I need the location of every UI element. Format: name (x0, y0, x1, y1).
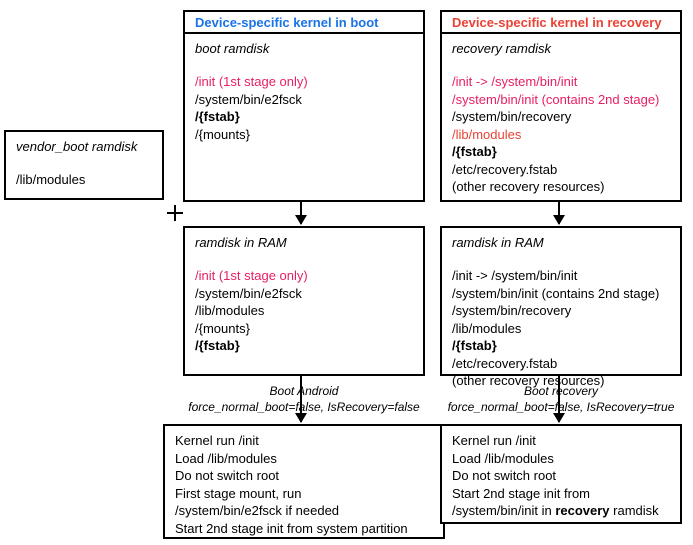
content-line: /{fstab} (452, 337, 670, 355)
ram-rec-box: ramdisk in RAM /init -> /system/bin/init… (440, 226, 682, 376)
content-line: /system/bin/recovery (452, 302, 670, 320)
content-line: Start 2nd stage init from system partiti… (175, 520, 433, 538)
content-line: /init -> /system/bin/init (452, 267, 670, 285)
arrow-ram-to-steps-boot-icon (300, 376, 302, 422)
content-line: /{fstab} (452, 143, 670, 161)
content-line: /etc/recovery.fstab (452, 161, 670, 179)
content-line: /system/bin/e2fsck if needed (175, 502, 433, 520)
recovery-steps-box: Kernel run /initLoad /lib/modulesDo not … (440, 424, 682, 524)
content-line: /system/bin/init in recovery ramdisk (452, 502, 670, 520)
recovery-title: recovery ramdisk (452, 40, 670, 58)
boot-ramdisk-box: boot ramdisk /init (1st stage only)/syst… (183, 32, 425, 202)
content-line: /init -> /system/bin/init (452, 73, 670, 91)
plus-merge-icon (167, 205, 183, 221)
vendor-title: vendor_boot ramdisk (16, 138, 152, 156)
content-line: Kernel run /init (452, 432, 670, 450)
content-line: /lib/modules (452, 126, 670, 144)
recovery-ramdisk-box: recovery ramdisk /init -> /system/bin/in… (440, 32, 682, 202)
boot-title: boot ramdisk (195, 40, 413, 58)
vendor-boot-ramdisk-box: vendor_boot ramdisk /lib/modules (4, 130, 164, 200)
boot-steps-box: Kernel run /initLoad /lib/modulesDo not … (163, 424, 445, 539)
content-line: /etc/recovery.fstab (452, 355, 670, 373)
content-line: /system/bin/e2fsck (195, 91, 413, 109)
content-line: Do not switch root (175, 467, 433, 485)
recovery-caption: Boot recovery force_normal_boot=false, I… (440, 384, 682, 415)
content-line: Load /lib/modules (175, 450, 433, 468)
arrow-ram-to-steps-rec-icon (558, 376, 560, 422)
content-line: /{fstab} (195, 108, 413, 126)
content-line: Kernel run /init (175, 432, 433, 450)
content-line: /{fstab} (195, 337, 413, 355)
content-line: First stage mount, run (175, 485, 433, 503)
boot-kernel-header: Device-specific kernel in boot (183, 10, 425, 34)
ram-rec-title: ramdisk in RAM (452, 234, 670, 252)
ram-boot-title: ramdisk in RAM (195, 234, 413, 252)
content-line: Do not switch root (452, 467, 670, 485)
content-line: /{mounts} (195, 126, 413, 144)
content-line: Start 2nd stage init from (452, 485, 670, 503)
content-line: /init (1st stage only) (195, 267, 413, 285)
arrow-boot-to-ram-icon (300, 202, 302, 224)
content-line: /system/bin/init (contains 2nd stage) (452, 91, 670, 109)
content-line: /system/bin/init (contains 2nd stage) (452, 285, 670, 303)
content-line: Load /lib/modules (452, 450, 670, 468)
content-line: /system/bin/e2fsck (195, 285, 413, 303)
boot-caption: Boot Android force_normal_boot=false, Is… (183, 384, 425, 415)
content-line: /lib/modules (195, 302, 413, 320)
content-line: /{mounts} (195, 320, 413, 338)
vendor-line: /lib/modules (16, 171, 152, 189)
recovery-kernel-header: Device-specific kernel in recovery (440, 10, 682, 34)
content-line: (other recovery resources) (452, 178, 670, 196)
ram-boot-box: ramdisk in RAM /init (1st stage only)/sy… (183, 226, 425, 376)
arrow-rec-to-ram-icon (558, 202, 560, 224)
content-line: /system/bin/recovery (452, 108, 670, 126)
content-line: /init (1st stage only) (195, 73, 413, 91)
content-line: /lib/modules (452, 320, 670, 338)
